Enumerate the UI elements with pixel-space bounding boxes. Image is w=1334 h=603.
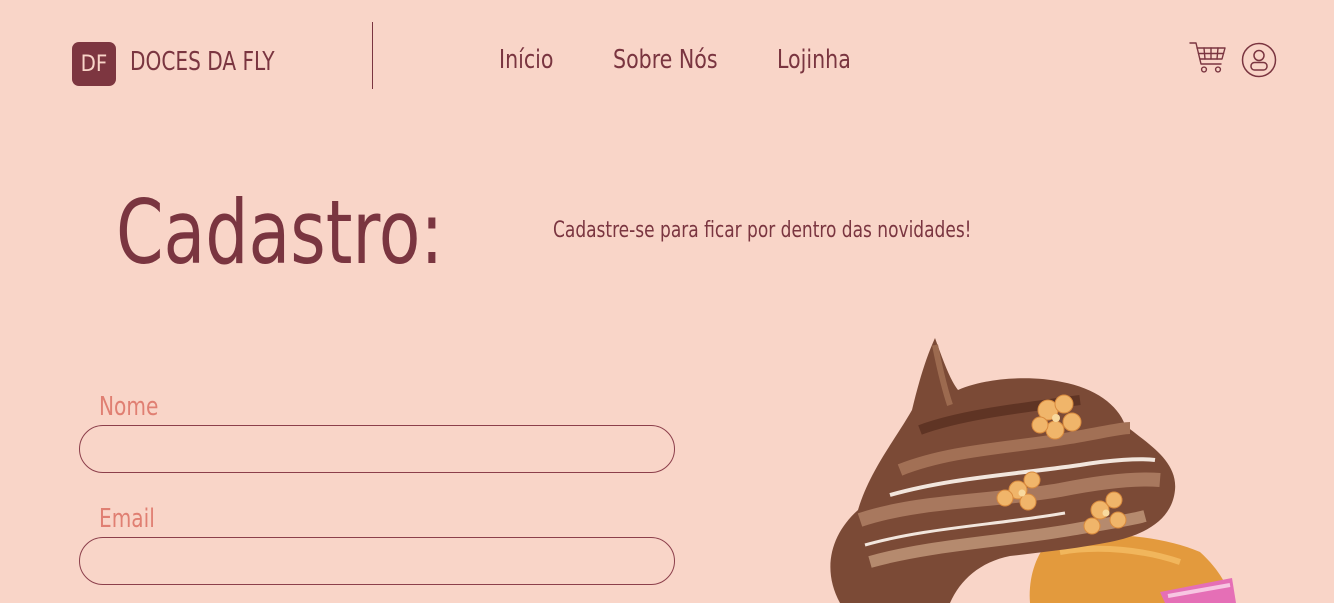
nav-sobre-nos[interactable]: Sobre Nós <box>613 45 718 75</box>
page-title: Cadastro: <box>116 181 444 284</box>
nav-inicio[interactable]: Início <box>499 45 553 75</box>
header-divider <box>372 22 373 89</box>
brand-name[interactable]: DOCES DA FLY <box>130 47 275 77</box>
name-label: Nome <box>99 392 159 422</box>
email-input[interactable] <box>79 537 675 585</box>
user-circle-icon[interactable] <box>1241 42 1277 78</box>
cupcake-illustration <box>830 338 1236 603</box>
email-label: Email <box>99 504 155 534</box>
logo-badge[interactable]: DF <box>72 42 116 86</box>
page-subtitle: Cadastre-se para ficar por dentro das no… <box>553 218 972 243</box>
shopping-cart-icon[interactable] <box>1188 40 1228 76</box>
nav-lojinha[interactable]: Lojinha <box>777 45 851 75</box>
name-input[interactable] <box>79 425 675 473</box>
